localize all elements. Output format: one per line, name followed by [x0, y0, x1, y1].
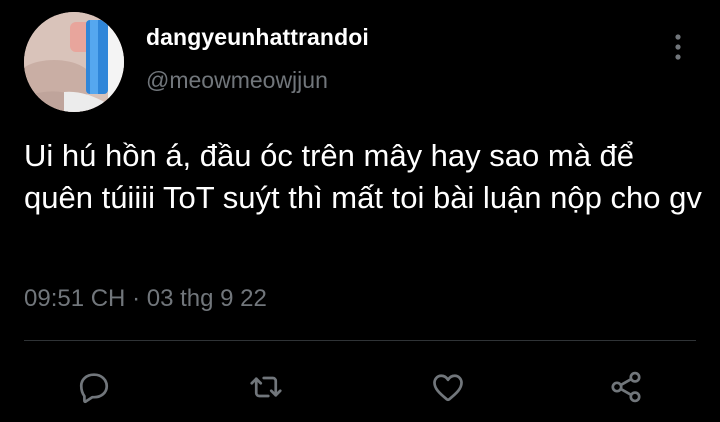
- reply-button[interactable]: [72, 365, 116, 409]
- share-button[interactable]: [604, 365, 648, 409]
- more-vertical-icon: [675, 34, 681, 60]
- meta-separator: ·: [132, 285, 141, 312]
- reply-icon: [79, 373, 109, 404]
- tweet-time: 09:51 CH: [24, 285, 126, 312]
- avatar[interactable]: [24, 12, 124, 112]
- profile-photo-icon: [24, 12, 124, 112]
- display-name[interactable]: dangyeunhattrandoi: [146, 24, 369, 51]
- retweet-icon: [250, 376, 282, 398]
- heart-icon: [433, 374, 463, 402]
- retweet-button[interactable]: [244, 365, 288, 409]
- tweet-date: 03 thg 9 22: [146, 285, 267, 312]
- share-icon: [611, 371, 641, 403]
- action-bar: [0, 365, 720, 415]
- divider: [24, 340, 696, 341]
- like-button[interactable]: [426, 365, 470, 409]
- user-handle[interactable]: @meowmeowjjun: [146, 67, 328, 94]
- tweet-timestamp[interactable]: 09:51 CH · 03 thg 9 22: [24, 285, 267, 313]
- tweet-text: Ui hú hồn á, đầu óc trên mây hay sao mà …: [24, 138, 702, 215]
- more-options-button[interactable]: [666, 30, 690, 64]
